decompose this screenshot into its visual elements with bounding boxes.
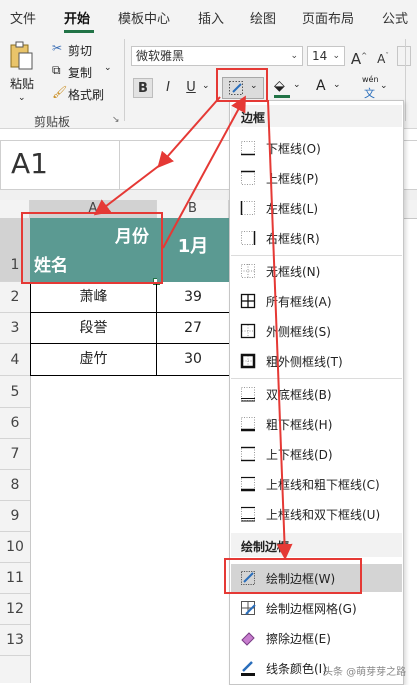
annotation-arrow: [162, 95, 246, 249]
annotation-arrows: [93, 95, 293, 560]
annotation-arrow: [267, 99, 293, 560]
annotation-arrow: [93, 164, 161, 216]
annotation-arrow: [157, 96, 221, 168]
